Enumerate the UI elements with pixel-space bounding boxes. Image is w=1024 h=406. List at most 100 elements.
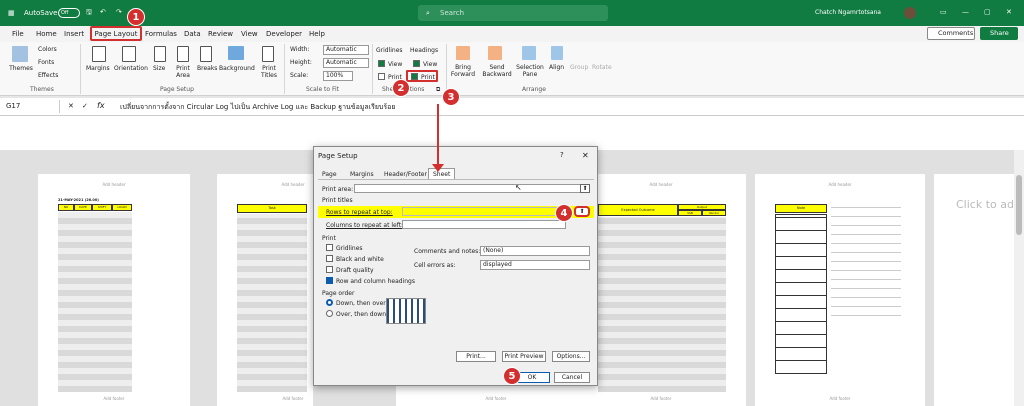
add-footer[interactable]: Add footer — [396, 396, 596, 401]
print-area-collapse-icon[interactable]: ⬆ — [580, 184, 590, 193]
add-header[interactable]: Add header — [596, 182, 726, 187]
rows-repeat-input[interactable] — [402, 207, 566, 216]
tab-view[interactable]: View — [241, 26, 258, 42]
print-titles-button[interactable]: Print Titles — [258, 65, 280, 79]
close-icon[interactable]: ✕ — [1006, 8, 1012, 16]
tab-review[interactable]: Review — [208, 26, 233, 42]
comments-button[interactable]: Comments — [927, 27, 975, 40]
enter-icon[interactable]: ✓ — [82, 102, 88, 110]
cell-errors-select[interactable]: displayed — [480, 260, 590, 270]
tab-help[interactable]: Help — [309, 26, 325, 42]
callout-badge-3: 3 — [442, 88, 460, 106]
gridlines-label: Gridlines — [336, 245, 363, 252]
gridlines-view-checkbox[interactable] — [378, 60, 385, 67]
colors-button[interactable]: Colors — [38, 46, 57, 53]
undo-icon[interactable]: ↶ — [100, 8, 106, 16]
bring-forward-button[interactable]: Bring Forward — [448, 64, 478, 78]
print-button[interactable]: Print... — [456, 351, 496, 362]
rows-repeat-collapse-icon[interactable]: ⬆ — [574, 206, 590, 217]
tab-header-footer[interactable]: Header/Footer — [384, 171, 427, 178]
add-footer[interactable]: Add footer — [38, 396, 190, 401]
gridlines-print-checkbox[interactable] — [378, 73, 385, 80]
fx-icon[interactable]: fx — [97, 101, 105, 110]
tab-file[interactable]: File — [12, 26, 24, 42]
add-header[interactable]: Add header — [755, 182, 925, 187]
themes-icon — [12, 46, 28, 62]
bw-checkbox[interactable] — [326, 255, 333, 262]
draft-checkbox[interactable] — [326, 266, 333, 273]
orientation-icon — [122, 46, 136, 62]
col-header-note: Note — [775, 204, 827, 213]
scrollbar-thumb[interactable] — [1016, 175, 1022, 235]
save-icon[interactable]: 🖫 — [86, 8, 92, 19]
tab-developer[interactable]: Developer — [266, 26, 302, 42]
orientation-button[interactable]: Orientation — [114, 65, 148, 72]
group-button[interactable]: Group — [570, 64, 588, 71]
add-footer[interactable]: Add footer — [217, 396, 369, 401]
gridlines-checkbox[interactable] — [326, 244, 333, 251]
tab-insert[interactable]: Insert — [64, 26, 84, 42]
search-input[interactable]: Search — [418, 5, 608, 21]
formula-expanded-area — [0, 116, 1024, 150]
tab-page[interactable]: Page — [322, 171, 337, 178]
add-header[interactable]: Add header — [38, 182, 190, 187]
height-select[interactable]: Automatic — [323, 58, 369, 68]
ribbon-display-icon[interactable]: ▭ — [940, 8, 947, 16]
comments-select[interactable]: (None) — [480, 246, 590, 256]
breaks-button[interactable]: Breaks — [197, 65, 217, 72]
align-button[interactable]: Align — [549, 64, 564, 71]
headings-print-checkbox[interactable] — [411, 73, 418, 80]
excel-logo-icon: ▦ — [8, 9, 15, 17]
fonts-button[interactable]: Fonts — [38, 59, 54, 66]
scale-input[interactable]: 100% — [323, 71, 353, 81]
headings-print-label: Print — [421, 74, 435, 81]
cancel-icon[interactable]: ✕ — [68, 102, 74, 110]
breaks-icon — [200, 46, 212, 62]
avatar[interactable] — [904, 7, 916, 19]
cols-repeat-input[interactable] — [402, 220, 566, 229]
tab-home[interactable]: Home — [36, 26, 57, 42]
size-button[interactable]: Size — [153, 65, 165, 72]
col-header-shift: SHIFT — [92, 204, 112, 211]
add-footer[interactable]: Add footer — [755, 396, 925, 401]
name-box[interactable]: G17 — [4, 100, 60, 113]
send-backward-button[interactable]: Send Backward — [480, 64, 514, 78]
margins-button[interactable]: Margins — [86, 65, 110, 72]
user-name: Chatch Ngamrtotsana — [815, 9, 881, 16]
options-button[interactable]: Options... — [552, 351, 590, 362]
rowcol-checkbox[interactable] — [326, 277, 333, 284]
formula-input[interactable]: เปลี่ยนจากการตั้งจาก Circular Log ไปเป็น… — [120, 102, 395, 113]
mouse-cursor-icon: ↖ — [515, 183, 522, 192]
divider — [372, 44, 373, 94]
callout-arrowhead — [432, 164, 444, 172]
effects-button[interactable]: Effects — [38, 72, 58, 79]
dialog-close-icon[interactable]: ✕ — [582, 151, 589, 160]
share-button[interactable]: Share — [980, 27, 1018, 40]
minimize-icon[interactable]: — — [962, 8, 969, 16]
tab-data[interactable]: Data — [184, 26, 201, 42]
down-over-radio[interactable] — [326, 299, 333, 306]
cancel-button[interactable]: Cancel — [554, 372, 590, 383]
tab-page-layout[interactable]: Page Layout — [90, 26, 142, 41]
print-area-input[interactable] — [354, 184, 590, 193]
print-preview-button[interactable]: Print Preview — [502, 351, 546, 362]
themes-button[interactable]: Themes — [8, 65, 34, 72]
tab-margins[interactable]: Margins — [350, 171, 374, 178]
print-area-button[interactable]: Print Area — [172, 65, 194, 79]
maximize-icon[interactable]: ▢ — [984, 8, 991, 16]
headings-view-checkbox[interactable] — [413, 60, 420, 67]
rotate-button[interactable]: Rotate — [592, 64, 612, 71]
tab-formulas[interactable]: Formulas — [145, 26, 177, 42]
click-to-add-placeholder[interactable]: Click to add — [956, 198, 1021, 211]
add-footer[interactable]: Add footer — [596, 396, 726, 401]
width-select[interactable]: Automatic — [323, 45, 369, 55]
background-button[interactable]: Background — [219, 65, 255, 72]
autosave-toggle[interactable]: Off — [58, 8, 80, 18]
dialog-launcher-icon[interactable]: ⧉ — [436, 86, 440, 94]
send-backward-icon — [488, 46, 502, 60]
selection-pane-button[interactable]: Selection Pane — [516, 64, 544, 78]
over-down-radio[interactable] — [326, 310, 333, 317]
redo-icon[interactable]: ↷ — [116, 8, 122, 16]
group-arrange-label: Arrange — [522, 86, 546, 93]
help-icon[interactable]: ? — [560, 151, 564, 159]
